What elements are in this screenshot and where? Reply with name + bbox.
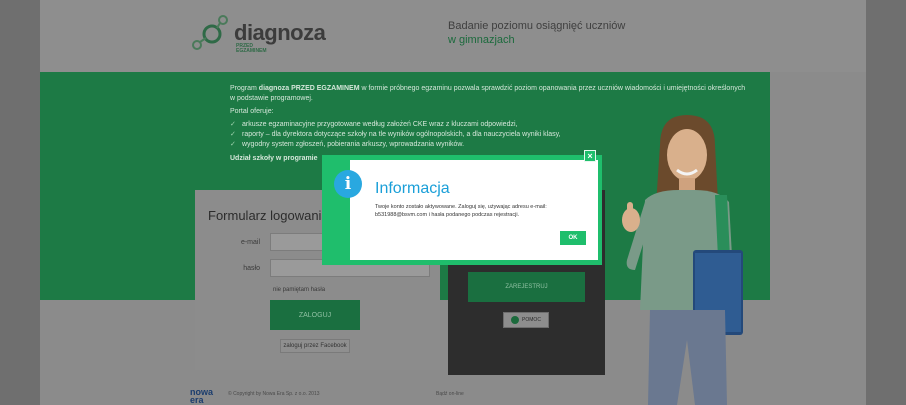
intro-program-name: diagnoza PRZED EGZAMINEM: [258, 85, 360, 92]
page: diagnoza PRZED EGZAMINEM Badanie poziomu…: [0, 0, 906, 405]
facebook-login-button[interactable]: zaloguj przez Facebook: [280, 339, 350, 353]
left-margin: [0, 0, 40, 405]
forgot-password-link[interactable]: nie pamiętam hasła: [273, 287, 325, 293]
publisher-logo[interactable]: nowa era: [190, 388, 213, 405]
intro-paragraph: Program diagnoza PRZED EGZAMINEM w formi…: [230, 84, 750, 104]
info-icon: i: [334, 170, 362, 198]
help-label: POMOC: [522, 317, 541, 323]
help-icon: [511, 316, 520, 324]
publisher-logo-line2: era: [190, 395, 204, 405]
info-dialog: Informacja Twoje konto zostało aktywowan…: [322, 150, 602, 265]
email-label: e-mail: [240, 239, 260, 246]
intro-prefix: Program: [230, 85, 259, 92]
login-button[interactable]: ZALOGUJ: [270, 300, 360, 330]
site-header: diagnoza PRZED EGZAMINEM Badanie poziomu…: [40, 0, 866, 72]
site-logo[interactable]: diagnoza PRZED EGZAMINEM: [190, 12, 330, 56]
logo-subtitle: PRZED EGZAMINEM: [236, 44, 267, 54]
dialog-title: Informacja: [375, 180, 450, 197]
info-dialog-body: Informacja Twoje konto zostało aktywowan…: [350, 160, 598, 260]
register-button[interactable]: ZAREJESTRUJ: [468, 272, 585, 302]
tagline-line2: w gimnazjach: [448, 34, 515, 46]
dialog-message: Twoje konto zostało aktywowane. Zaloguj …: [375, 204, 547, 218]
login-title: Formularz logowania: [208, 208, 329, 223]
footer-copyright: © Copyright by Nowa Era Sp. z o.o. 2013: [228, 391, 320, 397]
molecule-logo-icon: [192, 15, 228, 50]
password-label: hasło: [243, 265, 260, 272]
close-icon[interactable]: ×: [584, 150, 596, 162]
ok-button[interactable]: OK: [560, 231, 586, 245]
help-button[interactable]: POMOC: [503, 312, 549, 328]
logo-sub-line2: EGZAMINEM: [236, 48, 267, 54]
student-photo: [622, 115, 743, 405]
right-margin: [866, 0, 906, 405]
tagline-line1: Badanie poziomu osiągnięć uczniów: [448, 20, 626, 32]
footer-social-label: Bądź on-line: [436, 391, 464, 397]
